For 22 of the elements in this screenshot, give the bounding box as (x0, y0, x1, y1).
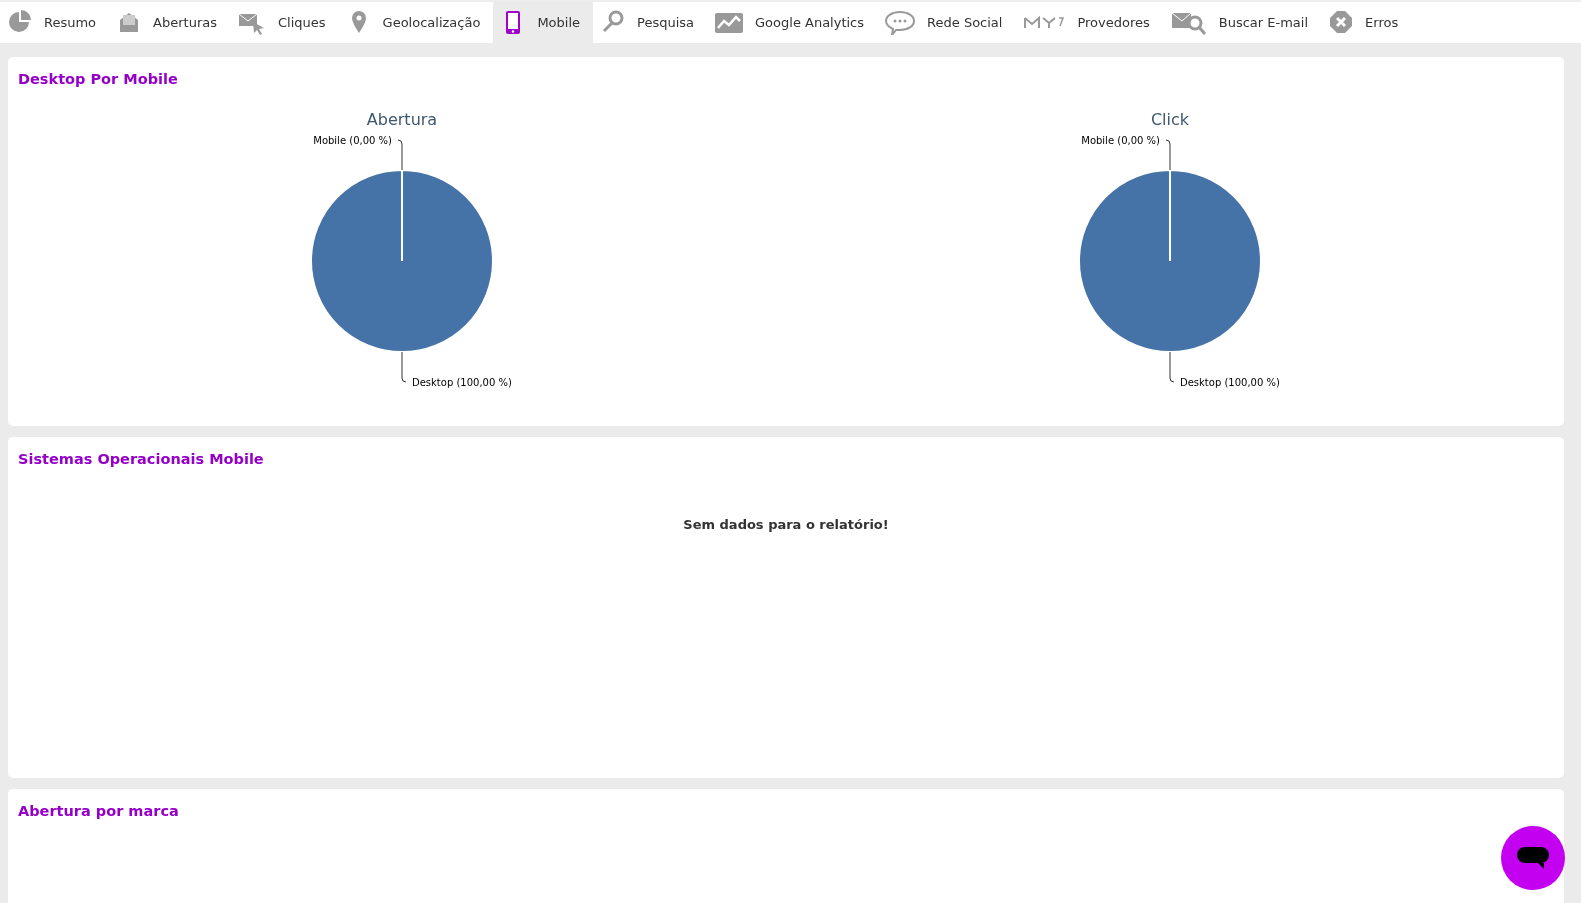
nav-tab[interactable]: Mobile (493, 2, 594, 43)
chart-title: Click (1150, 111, 1190, 129)
data-label: Desktop (100,00 %) (412, 377, 512, 388)
chat-bubble-icon (1516, 845, 1550, 871)
chart-title: Abertura (366, 111, 438, 129)
envelope-magnifier-icon (1170, 10, 1207, 35)
leader-line (401, 351, 407, 383)
data-label: Mobile (0,00 %) (313, 135, 392, 146)
pie-chart-icon (8, 10, 32, 35)
data-label: Mobile (0,00 %) (1081, 135, 1160, 146)
section-title: Desktop Por Mobile (18, 71, 179, 87)
search-icon (601, 10, 626, 35)
speech-bubble-icon (885, 10, 916, 35)
error-icon (1329, 10, 1354, 35)
leader-line (1169, 351, 1175, 383)
leader-line (397, 139, 403, 171)
leader-line (1165, 139, 1171, 171)
section-title: Abertura por marca (18, 803, 180, 819)
empty-message: Sem dados para o relatório! (682, 517, 890, 532)
data-label: Desktop (100,00 %) (1180, 377, 1280, 388)
section-title: Sistemas Operacionais Mobile (18, 451, 265, 467)
line-chart-icon (715, 10, 744, 35)
